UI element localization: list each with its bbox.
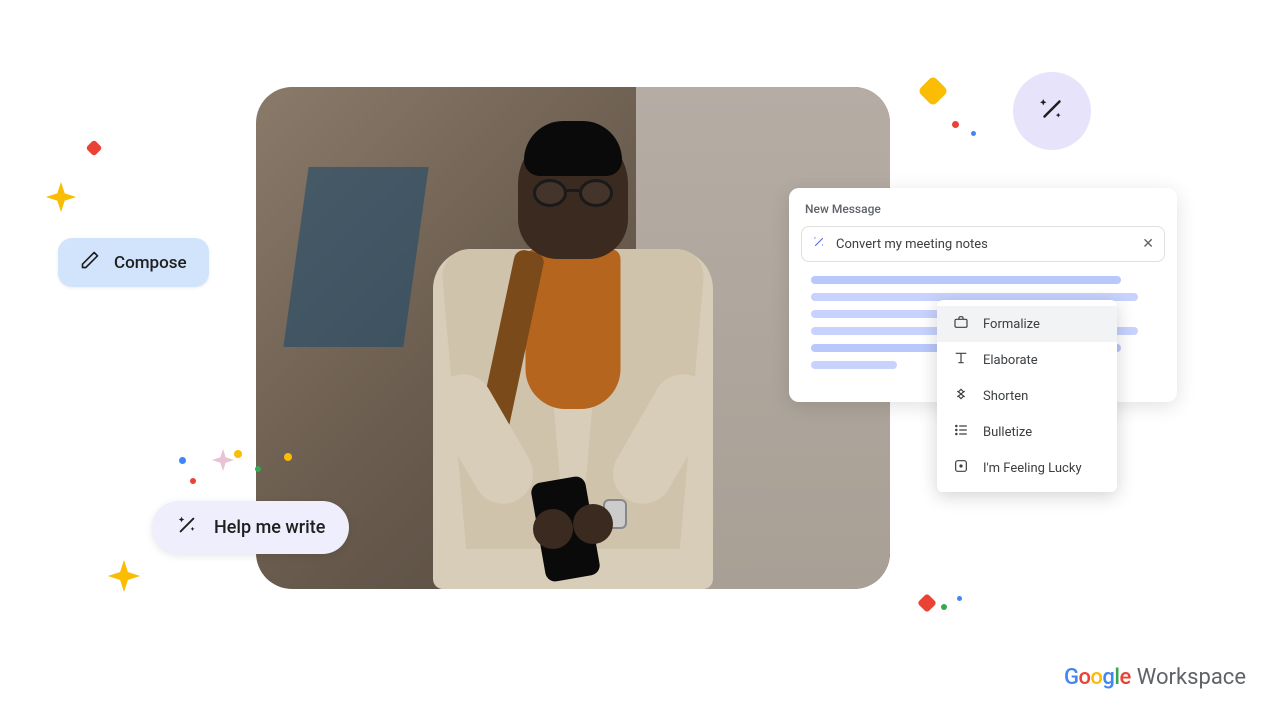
dot-decoration: [284, 453, 292, 461]
google-workspace-logo: Google Workspace: [1064, 665, 1246, 690]
help-me-write-button[interactable]: Help me write: [152, 501, 349, 554]
dice-icon: [953, 458, 969, 478]
dot-decoration: [179, 457, 186, 464]
magic-pen-icon: [812, 235, 826, 253]
compose-button[interactable]: Compose: [58, 238, 209, 287]
refine-option-elaborate[interactable]: Elaborate: [937, 342, 1117, 378]
google-wordmark: Google: [1064, 665, 1131, 690]
help-me-write-label: Help me write: [214, 517, 325, 538]
dot-decoration: [234, 450, 242, 458]
briefcase-icon: [953, 314, 969, 334]
menu-item-label: I'm Feeling Lucky: [983, 461, 1082, 476]
workspace-wordmark: Workspace: [1137, 665, 1246, 690]
refine-option-bulletize[interactable]: Bulletize: [937, 414, 1117, 450]
diamond-decoration: [86, 140, 103, 157]
new-message-title: New Message: [789, 202, 1177, 226]
pencil-icon: [80, 250, 100, 275]
bullet-list-icon: [953, 422, 969, 442]
refine-option-lucky[interactable]: I'm Feeling Lucky: [937, 450, 1117, 486]
menu-item-label: Elaborate: [983, 353, 1038, 368]
magic-wand-icon: [176, 514, 198, 541]
compose-label: Compose: [114, 253, 187, 273]
refine-menu: Formalize Elaborate Shorten Bulleti: [937, 300, 1117, 492]
menu-item-label: Shorten: [983, 389, 1028, 404]
prompt-text: Convert my meeting notes: [836, 237, 988, 252]
menu-item-label: Formalize: [983, 317, 1040, 332]
prompt-input[interactable]: Convert my meeting notes ✕: [801, 226, 1165, 262]
collapse-icon: [953, 386, 969, 406]
magic-wand-icon: [1037, 94, 1067, 128]
dot-decoration: [971, 131, 976, 136]
sparkle-icon: [212, 449, 234, 471]
dot-decoration: [957, 596, 962, 601]
expand-text-icon: [953, 350, 969, 370]
diamond-decoration: [917, 75, 948, 106]
dot-decoration: [952, 121, 959, 128]
dot-decoration: [941, 604, 947, 610]
sparkle-icon: [108, 560, 140, 592]
dot-decoration: [190, 478, 196, 484]
menu-item-label: Bulletize: [983, 425, 1032, 440]
magic-circle-badge: [1013, 72, 1091, 150]
refine-option-formalize[interactable]: Formalize: [937, 306, 1117, 342]
dot-decoration: [255, 466, 261, 472]
refine-option-shorten[interactable]: Shorten: [937, 378, 1117, 414]
close-icon[interactable]: ✕: [1142, 236, 1154, 252]
sparkle-icon: [46, 182, 76, 212]
diamond-decoration: [917, 593, 937, 613]
